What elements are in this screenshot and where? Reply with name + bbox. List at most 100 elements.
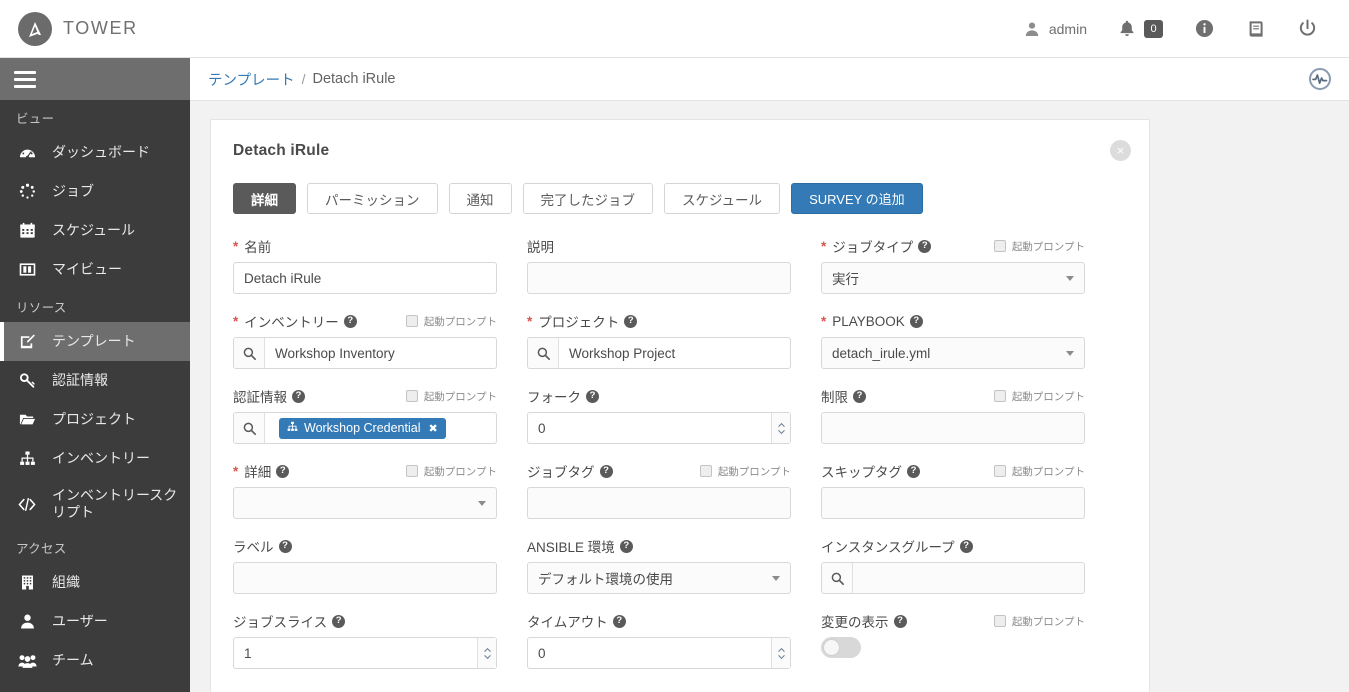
checkbox-icon[interactable] [993, 390, 1006, 402]
prompt-on-launch-show-changes[interactable]: 起動プロンプト [993, 614, 1085, 629]
checkbox-icon[interactable] [405, 465, 418, 477]
sidebar-item-teams[interactable]: チーム [0, 641, 190, 680]
chevron-up-icon[interactable] [483, 647, 491, 652]
sidebar-item-projects[interactable]: プロジェクト [0, 400, 190, 439]
sidebar-item-schedules[interactable]: スケジュール [0, 211, 190, 250]
help-icon[interactable]: ? [586, 389, 599, 403]
checkbox-icon[interactable] [699, 465, 712, 477]
tab-completed-jobs[interactable]: 完了したジョブ [522, 183, 653, 214]
sidebar-item-inventories[interactable]: インベントリー [0, 439, 190, 478]
remove-credential-icon[interactable]: ✖ [429, 422, 438, 435]
forks-input[interactable]: 0 [527, 412, 791, 444]
search-icon[interactable] [234, 338, 265, 368]
sidebar-item-organizations[interactable]: 組織 [0, 563, 190, 602]
job-slicing-input[interactable]: 1 [233, 637, 497, 669]
help-icon[interactable]: ? [918, 239, 932, 253]
show-changes-toggle[interactable] [821, 637, 861, 658]
tab-details[interactable]: 詳細 [233, 183, 296, 214]
help-icon[interactable]: ? [619, 539, 633, 553]
sidebar-item-credentials[interactable]: 認証情報 [0, 361, 190, 400]
sidebar-item-templates[interactable]: テンプレート [0, 322, 190, 361]
help-icon[interactable]: ? [853, 389, 866, 403]
close-icon[interactable]: × [1110, 140, 1131, 161]
playbook-select[interactable]: detach_irule.yml [821, 337, 1085, 369]
limit-input[interactable] [821, 412, 1085, 444]
job-tags-input[interactable] [527, 487, 791, 519]
help-icon[interactable]: ? [907, 464, 920, 478]
info-button[interactable] [1179, 0, 1230, 58]
forks-spinner-buttons[interactable] [771, 413, 790, 443]
sidebar-item-jobs[interactable]: ジョブ [0, 172, 190, 211]
ansible-environment-select[interactable]: デフォルト環境の使用 [527, 562, 791, 594]
checkbox-icon[interactable] [993, 465, 1006, 477]
prompt-on-launch-credential[interactable]: 起動プロンプト [405, 389, 497, 404]
prompt-on-launch-inventory[interactable]: 起動プロンプト [405, 314, 497, 329]
credential-chip[interactable]: Workshop Credential ✖ [279, 417, 446, 439]
checkbox-icon[interactable] [993, 615, 1006, 627]
verbosity-select[interactable] [233, 487, 497, 519]
field-verbosity-labelrow: * 詳細 ? 起動プロンプト [233, 461, 497, 481]
help-icon[interactable]: ? [893, 614, 907, 628]
add-survey-button[interactable]: SURVEY の追加 [791, 183, 923, 214]
help-icon[interactable]: ? [612, 614, 626, 628]
prompt-on-launch-job-tags[interactable]: 起動プロンプト [699, 464, 791, 479]
activity-stream-icon[interactable] [1309, 68, 1331, 90]
search-icon[interactable] [234, 413, 265, 443]
sidebar-toggle-button[interactable] [0, 58, 190, 100]
sidebar-item-dashboard[interactable]: ダッシュボード [0, 133, 190, 172]
search-icon[interactable] [822, 563, 853, 593]
tab-schedules[interactable]: スケジュール [664, 183, 781, 214]
prompt-on-launch-verbosity[interactable]: 起動プロンプト [405, 464, 497, 479]
sidebar-item-users[interactable]: ユーザー [0, 602, 190, 641]
notifications-button[interactable]: 0 [1103, 0, 1179, 58]
docs-button[interactable] [1230, 0, 1282, 58]
logout-button[interactable] [1282, 0, 1333, 58]
sidebar-item-inventory-scripts[interactable]: インベントリースクリプト [0, 478, 190, 530]
search-icon[interactable] [528, 338, 559, 368]
chevron-down-icon[interactable] [777, 429, 785, 434]
brand-logo-group[interactable]: TOWER [0, 11, 138, 46]
field-playbook-labelrow: * PLAYBOOK ? [821, 311, 1085, 331]
chevron-down-icon[interactable] [777, 654, 785, 659]
chevron-down-icon[interactable] [483, 654, 491, 659]
help-icon[interactable]: ? [343, 314, 357, 328]
timeout-input[interactable]: 0 [527, 637, 791, 669]
credential-value[interactable]: Workshop Credential ✖ [265, 413, 496, 443]
tab-permissions[interactable]: パーミッション [307, 183, 438, 214]
inventory-lookup[interactable]: Workshop Inventory [233, 337, 497, 369]
help-icon[interactable]: ? [276, 464, 290, 478]
inventory-value[interactable]: Workshop Inventory [265, 338, 496, 368]
help-icon[interactable]: ? [292, 389, 305, 403]
help-icon[interactable]: ? [624, 314, 638, 328]
chevron-up-icon[interactable] [777, 422, 785, 427]
skip-tags-input[interactable] [821, 487, 1085, 519]
project-value[interactable]: Workshop Project [559, 338, 790, 368]
job-type-select[interactable]: 実行 [821, 262, 1085, 294]
help-icon[interactable]: ? [599, 464, 613, 478]
instance-groups-lookup[interactable] [821, 562, 1085, 594]
prompt-on-launch-skip-tags[interactable]: 起動プロンプト [993, 464, 1085, 479]
name-input[interactable]: Detach iRule [233, 262, 497, 294]
checkbox-icon[interactable] [405, 315, 418, 327]
job-slicing-spinner-buttons[interactable] [477, 638, 496, 668]
help-icon[interactable]: ? [278, 539, 292, 553]
checkbox-icon[interactable] [993, 240, 1006, 252]
help-icon[interactable]: ? [959, 539, 973, 553]
instance-groups-value[interactable] [853, 563, 1084, 593]
breadcrumb-templates-link[interactable]: テンプレート [208, 69, 295, 90]
description-input[interactable] [527, 262, 791, 294]
chevron-up-icon[interactable] [777, 647, 785, 652]
prompt-on-launch-limit[interactable]: 起動プロンプト [993, 389, 1085, 404]
sidebar-item-myview[interactable]: マイビュー [0, 250, 190, 289]
checkbox-icon[interactable] [405, 390, 418, 402]
timeout-spinner-buttons[interactable] [771, 638, 790, 668]
help-icon[interactable]: ? [332, 614, 346, 628]
book-icon [1246, 20, 1266, 38]
help-icon[interactable]: ? [909, 314, 923, 328]
project-lookup[interactable]: Workshop Project [527, 337, 791, 369]
prompt-on-launch-job-type[interactable]: 起動プロンプト [993, 239, 1085, 254]
credential-lookup[interactable]: Workshop Credential ✖ [233, 412, 497, 444]
labels-input[interactable] [233, 562, 497, 594]
current-user[interactable]: admin [1008, 0, 1103, 58]
tab-notifications[interactable]: 通知 [448, 183, 512, 214]
